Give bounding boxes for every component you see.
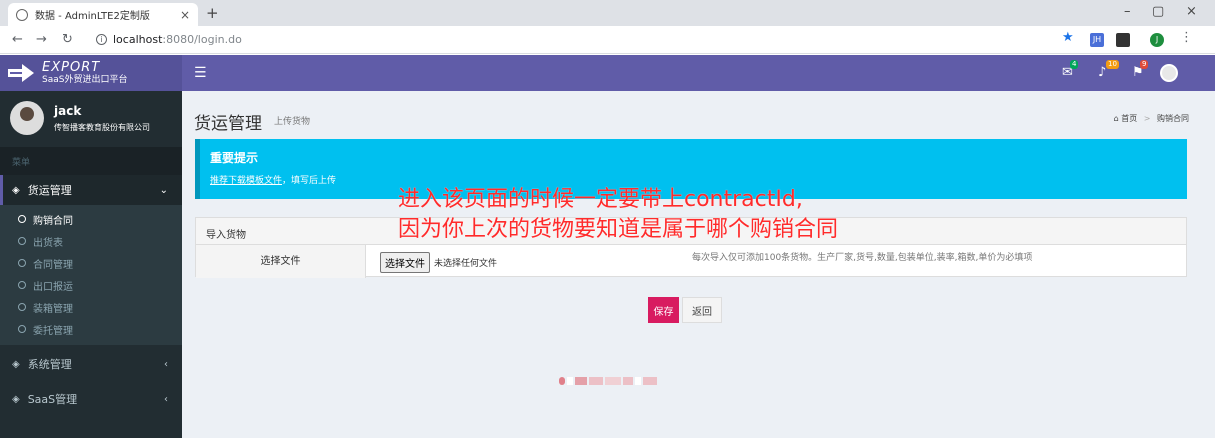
forward-arrow-icon[interactable]: → [36, 32, 47, 47]
chevron-left-icon: ‹ [164, 393, 168, 405]
annotation-line-1: 进入该页面的时候一定要带上contractId, [398, 187, 803, 212]
sidebar-subitem-export[interactable]: 出口报运 [0, 275, 182, 295]
url-input[interactable]: i localhost:8080/login.do [90, 29, 1050, 50]
circle-icon [18, 325, 26, 333]
download-template-link[interactable]: 推荐下载模板文件 [210, 176, 282, 186]
file-label: 选择文件 [196, 245, 366, 278]
sidebar-item-label: 系统管理 [27, 358, 72, 371]
mail-badge: 4 [1070, 60, 1079, 69]
subitem-label: 委托管理 [33, 325, 73, 337]
red-annotation: 进入该页面的时候一定要带上contractId, 因为你上次的货物要知道是属于哪… [398, 185, 838, 245]
subitem-label: 出货表 [33, 237, 63, 249]
browser-menu-icon[interactable]: ⋮ [1180, 31, 1193, 45]
subitem-label: 合同管理 [33, 259, 73, 271]
flag-icon[interactable]: ⚑ 9 [1132, 60, 1149, 80]
file-status: 未选择任何文件 [434, 259, 498, 269]
cargo-submenu: 购销合同 出货表 合同管理 出口报运 装箱管理 委托管理 [0, 205, 182, 345]
page-subtitle: 上传货物 [274, 117, 311, 127]
mail-icon[interactable]: ✉ 4 [1062, 60, 1079, 80]
sidebar-item-saas[interactable]: ◈ SaaS管理 ‹ [0, 384, 182, 414]
sidebar-subitem-contract-mgmt[interactable]: 合同管理 [0, 253, 182, 273]
cube-icon: ◈ [12, 393, 20, 405]
main-content: 货运管理 上传货物 ⌂ 首页 > 购销合同 重要提示 推荐下载模板文件，填写后上… [182, 91, 1215, 438]
tab-title: 数据 - AdminLTE2定制版 [35, 11, 150, 22]
back-arrow-icon[interactable]: ← [12, 32, 23, 47]
browser-tabstrip: 数据 - AdminLTE2定制版 × + – ▢ × [0, 0, 1215, 26]
address-bar: ← → ↻ i localhost:8080/login.do ★ JH J ⋮ [0, 26, 1215, 54]
minimize-button[interactable]: – [1124, 4, 1131, 19]
page-title: 货运管理 [194, 114, 262, 134]
circle-icon [18, 215, 26, 223]
callout-text: ，填写后上传 [282, 176, 337, 186]
import-hint: 每次导入仅可添加100条货物。生产厂家,货号,数量,包装单位,装率,箱数,单价为… [692, 253, 1033, 263]
bell-badge: 10 [1106, 60, 1119, 69]
user-company: 传智播客教育股份有限公司 [54, 123, 150, 132]
circle-icon [18, 281, 26, 289]
tab-close-icon[interactable]: × [180, 8, 190, 22]
flag-badge: 9 [1140, 60, 1149, 69]
user-panel: jack 传智播客教育股份有限公司 [0, 91, 182, 146]
sidebar-toggle-icon[interactable]: ☰ [194, 65, 207, 81]
qr-extension-icon[interactable] [1116, 33, 1130, 47]
sidebar-subitem-shipping[interactable]: 出货表 [0, 231, 182, 251]
logo-title: EXPORT [42, 59, 101, 75]
sidebar: jack 传智播客教育股份有限公司 菜单 ◈ 货运管理 ⌄ 购销合同 出货表 合… [0, 91, 182, 438]
logo-subtitle: SaaS外贸进出口平台 [42, 74, 128, 85]
url-path: :8080/login.do [162, 33, 242, 46]
sidebar-item-cargo[interactable]: ◈ 货运管理 ⌄ [0, 175, 182, 205]
home-icon: ⌂ [1113, 114, 1119, 123]
sidebar-item-label: SaaS管理 [27, 393, 78, 406]
subitem-label: 购销合同 [33, 215, 73, 227]
info-icon[interactable]: i [96, 34, 107, 45]
circle-icon [18, 259, 26, 267]
browser-tab[interactable]: 数据 - AdminLTE2定制版 × [8, 3, 198, 26]
subitem-label: 装箱管理 [33, 303, 73, 315]
circle-icon [18, 303, 26, 311]
breadcrumb-home[interactable]: 首页 [1121, 114, 1137, 123]
chevron-left-icon: ‹ [164, 358, 168, 370]
cube-icon: ◈ [12, 184, 20, 196]
file-input[interactable]: 选择文件 未选择任何文件 [380, 252, 497, 273]
callout-title: 重要提示 [210, 151, 259, 165]
globe-icon [16, 8, 28, 21]
star-icon[interactable]: ★ [1062, 31, 1074, 45]
close-window-button[interactable]: × [1186, 4, 1197, 19]
user-name: jack [54, 104, 82, 118]
bell-icon[interactable]: ♪ 10 [1098, 60, 1119, 80]
save-button[interactable]: 保存 [648, 297, 679, 323]
user-avatar[interactable] [1160, 64, 1178, 82]
circle-icon [18, 237, 26, 245]
back-button[interactable]: 返回 [682, 297, 722, 323]
menu-header: 菜单 [0, 147, 182, 175]
breadcrumb: ⌂ 首页 > 购销合同 [1113, 114, 1189, 123]
breadcrumb-current: 购销合同 [1157, 114, 1189, 123]
url-host: localhost [113, 33, 163, 46]
sidebar-subitem-contract[interactable]: 购销合同 [0, 209, 182, 229]
choose-file-button[interactable]: 选择文件 [380, 252, 430, 273]
subitem-label: 出口报运 [33, 281, 73, 293]
app-header: ☰ ✉ 4 ♪ 10 ⚑ 9 [182, 55, 1215, 91]
sidebar-item-label: 货运管理 [27, 184, 72, 197]
cube-icon: ◈ [12, 358, 20, 370]
jh-extension-icon[interactable]: JH [1090, 33, 1104, 47]
new-tab-button[interactable]: + [206, 4, 219, 22]
profile-avatar[interactable]: J [1150, 33, 1164, 47]
app-logo[interactable]: EXPORT SaaS外贸进出口平台 [0, 55, 182, 91]
avatar [10, 101, 44, 135]
sidebar-item-system[interactable]: ◈ 系统管理 ‹ [0, 349, 182, 379]
reload-icon[interactable]: ↻ [62, 32, 73, 47]
chevron-down-icon: ⌄ [159, 184, 168, 196]
sidebar-subitem-commission[interactable]: 委托管理 [0, 319, 182, 339]
sidebar-subitem-packing[interactable]: 装箱管理 [0, 297, 182, 317]
blurred-watermark [559, 377, 657, 385]
export-arrow-icon [8, 64, 34, 82]
annotation-line-2: 因为你上次的货物要知道是属于哪个购销合同 [398, 217, 839, 242]
maximize-button[interactable]: ▢ [1152, 4, 1164, 19]
